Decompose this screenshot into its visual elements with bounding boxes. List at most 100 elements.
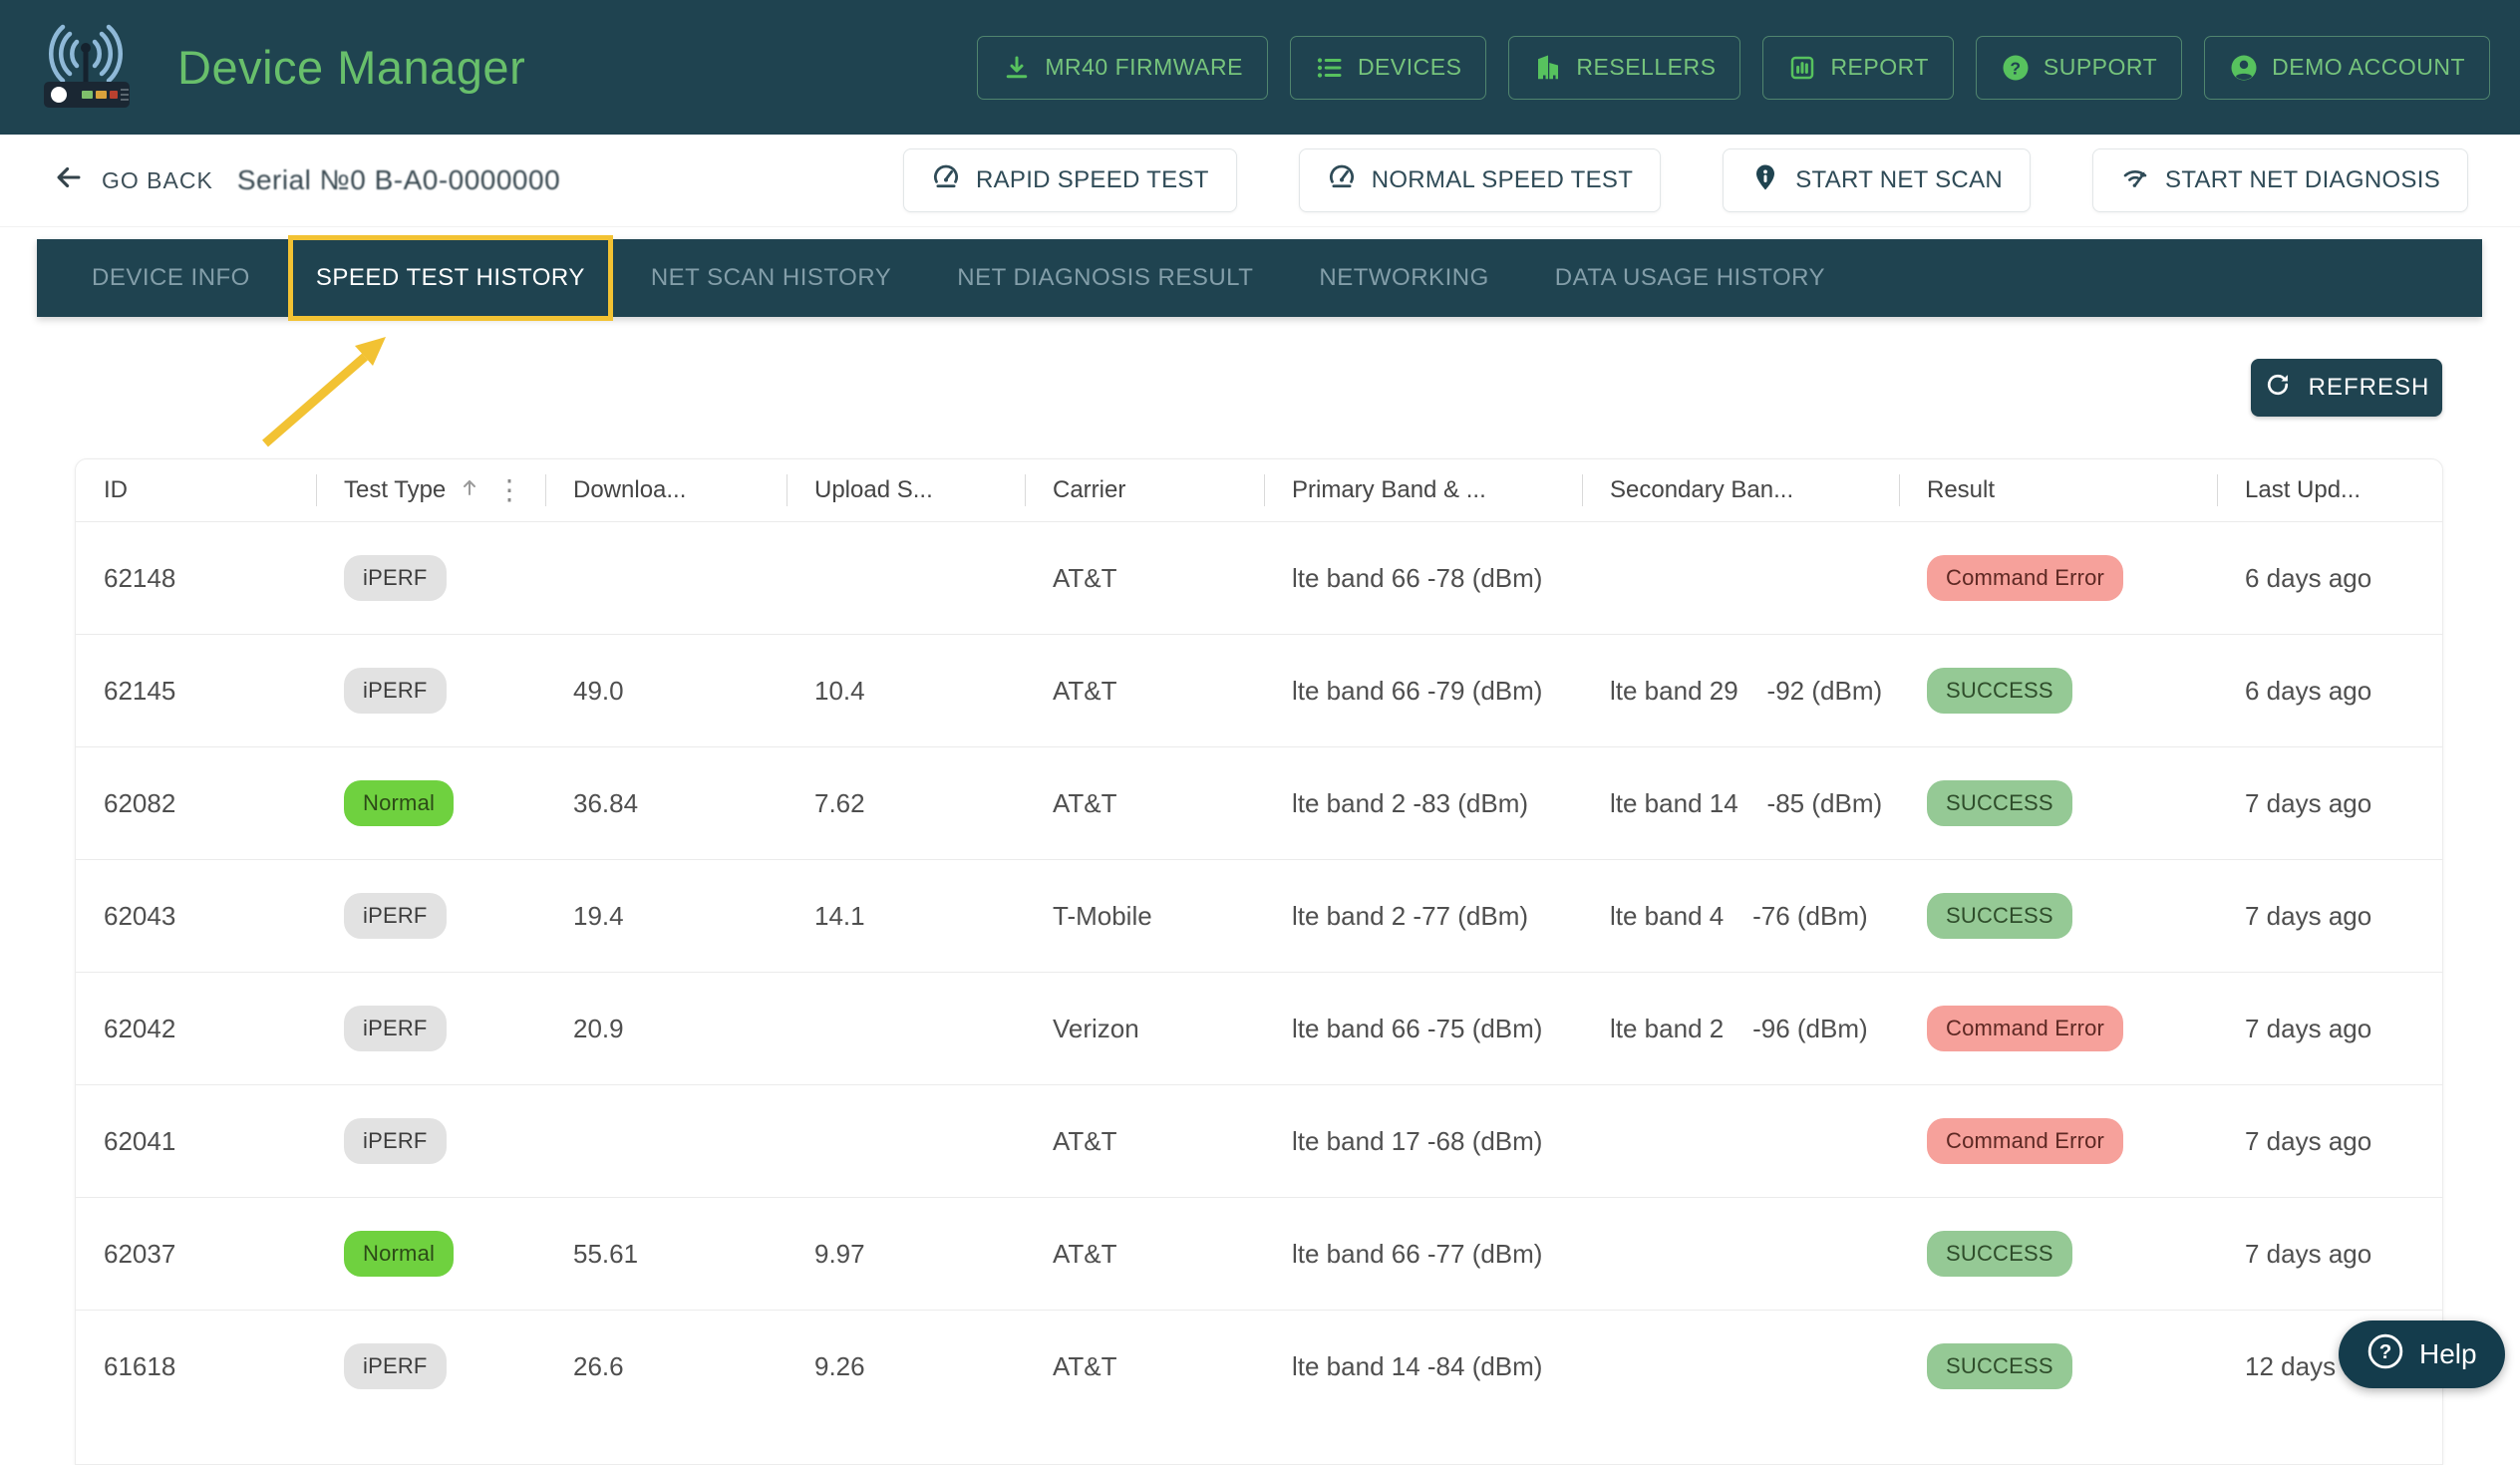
sort-up-icon[interactable] [458,475,481,506]
go-back-button[interactable]: GO BACK [52,160,213,200]
column-header-carrier[interactable]: Carrier [1025,459,1264,521]
cell-last-updated: 6 days ago [2217,563,2442,594]
table-row[interactable]: 62037Normal55.619.97AT&Tlte band 66 -77 … [76,1197,2442,1310]
device-toolbar: GO BACK Serial №0 B-A0-0000000 RAPID SPE… [0,135,2520,227]
gauge-icon [1327,162,1357,199]
cell-test-type: Normal [316,780,545,826]
cell-id: 62037 [76,1239,316,1270]
tab-data-usage-history[interactable]: DATA USAGE HISTORY [1522,264,1858,292]
test-type-badge: iPERF [344,555,447,601]
test-type-badge: iPERF [344,1343,447,1389]
cell-result: SUCCESS [1899,1231,2217,1277]
table-row[interactable]: 61618iPERF26.69.26AT&Tlte band 14 -84 (d… [76,1310,2442,1422]
table-row[interactable]: 62041iPERFAT&Tlte band 17 -68 (dBm)Comma… [76,1084,2442,1197]
cell-secondary-band: lte band 29 -92 (dBm) [1582,676,1899,707]
table-row[interactable]: 62145iPERF49.010.4AT&Tlte band 66 -79 (d… [76,634,2442,746]
nav-button-report[interactable]: REPORT [1762,36,1953,100]
table-row[interactable]: 62042iPERF20.9Verizonlte band 66 -75 (dB… [76,972,2442,1084]
main-nav: MR40 FIRMWARE DEVICES RESELLERS REPORT ?SUPP… [977,36,2490,100]
refresh-button[interactable]: REFRESH [2251,359,2442,417]
toolbar-button-rapid-speed-test[interactable]: RAPID SPEED TEST [903,148,1237,212]
cell-test-type: iPERF [316,893,545,939]
nav-button-label: REPORT [1830,54,1928,81]
nav-button-resellers[interactable]: RESELLERS [1508,36,1740,100]
result-badge: Command Error [1927,1118,2123,1164]
tab-speed-test-history-highlighted[interactable]: SPEED TEST HISTORY [288,235,613,321]
person-icon [2229,53,2259,83]
column-header-label: Carrier [1053,476,1125,504]
column-header-primary-band[interactable]: Primary Band & ... [1264,459,1582,521]
cell-carrier: T-Mobile [1025,901,1264,932]
cell-last-updated: 7 days ago [2217,1239,2442,1270]
building-icon [1533,53,1563,83]
annotation-arrow [249,324,419,458]
nav-button-demo-account[interactable]: DEMO ACCOUNT [2204,36,2490,100]
tab-networking[interactable]: NETWORKING [1286,264,1521,292]
toolbar-button-start-net-scan[interactable]: START NET SCAN [1723,148,2031,212]
column-header-downloa[interactable]: Downloa... [545,459,787,521]
table-row[interactable]: 62148iPERFAT&Tlte band 66 -78 (dBm)Comma… [76,521,2442,634]
page-title: Device Manager [177,40,525,95]
cell-id: 61618 [76,1351,316,1382]
cell-download: 19.4 [545,901,787,932]
cell-primary-band: lte band 17 -68 (dBm) [1264,1126,1582,1157]
help-button[interactable]: ? Help [2339,1320,2505,1388]
cell-primary-band: lte band 66 -79 (dBm) [1264,676,1582,707]
column-menu-icon[interactable]: ⋮ [491,472,527,508]
tab-net-scan-history[interactable]: NET SCAN HISTORY [618,264,924,292]
result-badge: SUCCESS [1927,893,2072,939]
column-header-label: Primary Band & ... [1292,476,1486,504]
cell-download: 55.61 [545,1239,787,1270]
column-header-result[interactable]: Result [1899,459,2217,521]
cell-upload: 10.4 [787,676,1025,707]
cell-last-updated: 6 days ago [2217,676,2442,707]
nav-button-devices[interactable]: DEVICES [1290,36,1486,100]
column-header-upload-s[interactable]: Upload S... [787,459,1025,521]
tab-device-info[interactable]: DEVICE INFO [92,264,283,292]
cell-primary-band: lte band 2 -77 (dBm) [1264,901,1582,932]
test-type-badge: Normal [344,1231,454,1277]
column-header-label: Last Upd... [2245,476,2361,504]
cell-upload: 9.26 [787,1351,1025,1382]
cell-download: 49.0 [545,676,787,707]
tab-net-diagnosis-result[interactable]: NET DIAGNOSIS RESULT [924,264,1286,292]
table-row[interactable]: 62082Normal36.847.62AT&Tlte band 2 -83 (… [76,746,2442,859]
cell-test-type: iPERF [316,1343,545,1389]
toolbar-button-start-net-diagnosis[interactable]: START NET DIAGNOSIS [2092,148,2468,212]
toolbar-button-normal-speed-test[interactable]: NORMAL SPEED TEST [1299,148,1662,212]
cell-carrier: Verizon [1025,1014,1264,1044]
table-row[interactable]: 62043iPERF19.414.1T-Mobilelte band 2 -77… [76,859,2442,972]
test-type-badge: iPERF [344,1118,447,1164]
column-header-test-type[interactable]: Test Type⋮ [316,459,545,521]
nav-button-mr40-firmware[interactable]: MR40 FIRMWARE [977,36,1268,100]
cell-result: SUCCESS [1899,1343,2217,1389]
cell-download: 20.9 [545,1014,787,1044]
cell-result: Command Error [1899,1006,2217,1051]
cell-test-type: iPERF [316,555,545,601]
help-label: Help [2419,1338,2477,1370]
cell-last-updated: 7 days ago [2217,1014,2442,1044]
cell-result: Command Error [1899,555,2217,601]
test-type-badge: iPERF [344,668,447,714]
cell-id: 62043 [76,901,316,932]
report-icon [1787,53,1817,83]
help-question-icon: ? [2366,1332,2404,1377]
toolbar-button-label: START NET DIAGNOSIS [2165,166,2440,194]
question-icon: ? [2001,53,2031,83]
column-header-last-upd[interactable]: Last Upd... [2217,459,2442,521]
column-header-id[interactable]: ID [76,459,316,521]
nav-button-support[interactable]: ?SUPPORT [1976,36,2182,100]
column-header-secondary-ban[interactable]: Secondary Ban... [1582,459,1899,521]
toolbar-buttons: RAPID SPEED TEST NORMAL SPEED TEST START N… [903,148,2468,212]
test-type-badge: iPERF [344,893,447,939]
pin-icon [1750,162,1780,199]
table-header-row: IDTest Type⋮ Downloa... Upload S... Carrier… [76,459,2442,521]
cell-carrier: AT&T [1025,1239,1264,1270]
speed-test-history-table: IDTest Type⋮ Downloa... Upload S... Carrier… [75,458,2443,1465]
cell-test-type: Normal [316,1231,545,1277]
cell-carrier: AT&T [1025,1351,1264,1382]
column-header-label: Downloa... [573,476,686,504]
cell-carrier: AT&T [1025,1126,1264,1157]
cell-upload: 9.97 [787,1239,1025,1270]
gauge-icon [931,162,961,199]
